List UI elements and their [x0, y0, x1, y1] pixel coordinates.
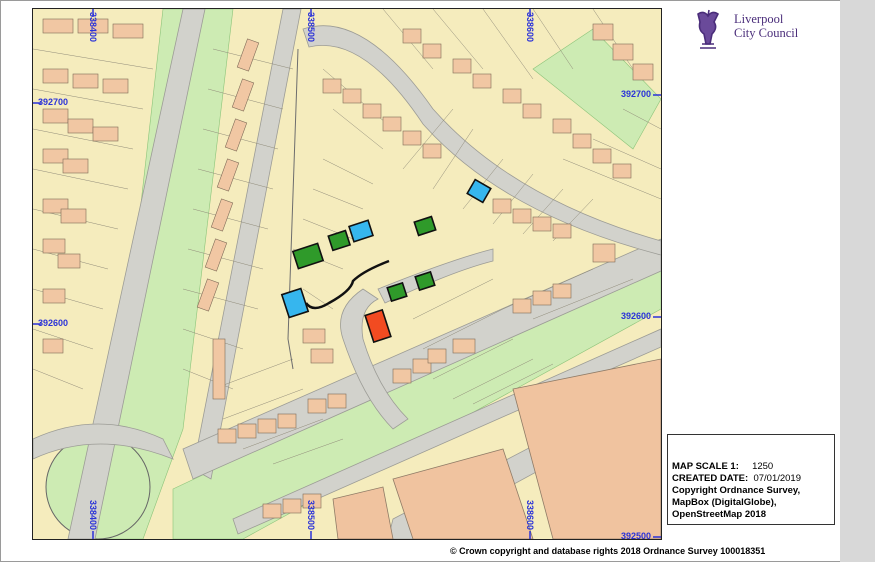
copyright-line-3: OpenStreetMap 2018 — [672, 509, 766, 520]
scale-value: 1250 — [752, 461, 774, 472]
created-value: 07/01/2019 — [753, 473, 801, 484]
copyright-line-1: Copyright Ordnance Survey, — [672, 485, 801, 496]
scale-row: MAP SCALE 1: 1250 — [672, 461, 801, 473]
grid-label-northing-left-1: 392700 — [38, 97, 69, 107]
info-lines: MAP SCALE 1: 1250 CREATED DATE: 07/01/20… — [672, 461, 801, 521]
crown-copyright: © Crown copyright and database rights 20… — [450, 546, 766, 556]
logo-text: Liverpool City Council — [734, 12, 798, 40]
map-canvas[interactable] — [33, 9, 661, 539]
logo-line-2: City Council — [734, 26, 799, 40]
grid-label-northing-left-2: 392600 — [38, 318, 69, 328]
map-panel[interactable] — [32, 8, 662, 540]
grid-label-easting-bottom-1: 338400 — [88, 500, 98, 531]
grid-label-easting-top-1: 338400 — [88, 12, 98, 43]
copyright-line-2: MapBox (DigitalGlobe), — [672, 497, 777, 508]
council-logo: Liverpool City Council — [688, 8, 818, 54]
grid-label-northing-right-1: 392700 — [621, 89, 652, 99]
logo-line-1: Liverpool — [734, 12, 784, 26]
liver-bird-icon — [697, 9, 720, 49]
grid-label-easting-bottom-2: 338500 — [306, 500, 316, 531]
map-info-box: MAP SCALE 1: 1250 CREATED DATE: 07/01/20… — [667, 434, 835, 525]
scale-label: MAP SCALE 1: — [672, 461, 739, 472]
grid-label-easting-bottom-3: 338600 — [525, 500, 535, 531]
window-edge — [840, 0, 875, 562]
grid-label-northing-right-3: 392500 — [621, 531, 652, 541]
grid-label-easting-top-2: 338500 — [306, 12, 316, 43]
grid-label-easting-top-3: 338600 — [525, 12, 535, 43]
grid-label-northing-right-2: 392600 — [621, 311, 652, 321]
created-label: CREATED DATE: — [672, 473, 749, 484]
created-row: CREATED DATE: 07/01/2019 — [672, 473, 801, 485]
